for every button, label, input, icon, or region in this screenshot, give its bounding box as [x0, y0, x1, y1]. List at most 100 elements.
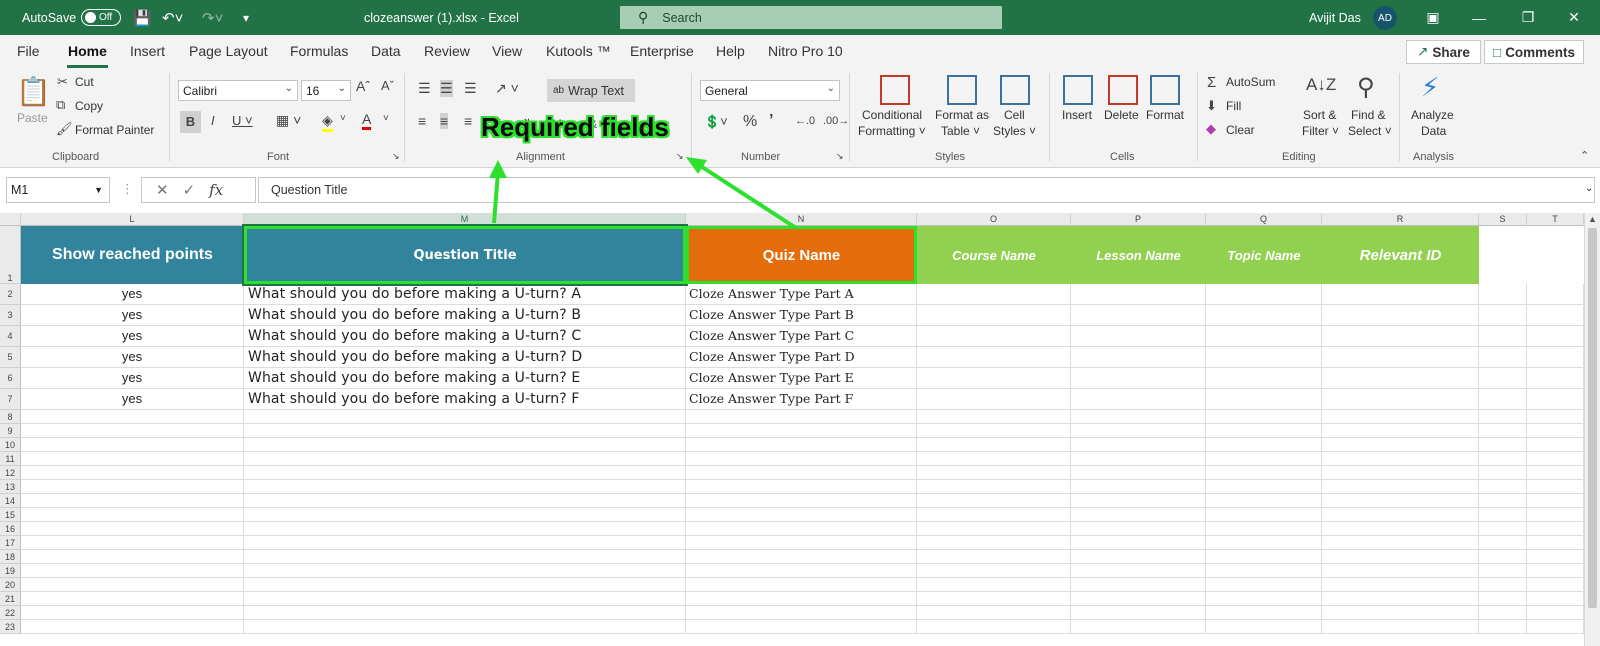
cell[interactable]	[917, 550, 1071, 564]
format-as-table-label-2[interactable]: Table ˅	[941, 124, 980, 138]
delete-cells-icon[interactable]	[1108, 75, 1138, 105]
cell[interactable]	[244, 452, 686, 466]
cell[interactable]	[1322, 620, 1479, 634]
wrap-text-button[interactable]: ab Wrap Text	[547, 79, 635, 102]
restore-icon[interactable]: ❐	[1513, 0, 1543, 35]
cell[interactable]	[244, 494, 686, 508]
cell[interactable]	[1206, 522, 1322, 536]
cell[interactable]	[21, 564, 244, 578]
cancel-icon[interactable]: ✕	[156, 181, 169, 199]
header-cell-o[interactable]: Course Name	[917, 226, 1071, 284]
cell[interactable]	[917, 480, 1071, 494]
fill-color-icon[interactable]: ◈	[322, 112, 333, 132]
decrease-font-icon[interactable]: Aˇ	[381, 78, 394, 93]
cell[interactable]	[1322, 522, 1479, 536]
percent-icon[interactable]: %	[743, 113, 757, 131]
format-cells-icon[interactable]	[1150, 75, 1180, 105]
cell[interactable]	[1527, 480, 1584, 494]
cell[interactable]	[1071, 494, 1206, 508]
cell[interactable]	[1322, 550, 1479, 564]
cell[interactable]	[1527, 410, 1584, 424]
sort-filter-icon[interactable]: A↓Z	[1306, 75, 1336, 95]
cell[interactable]	[686, 410, 917, 424]
cell[interactable]	[1322, 508, 1479, 522]
cell[interactable]	[244, 410, 686, 424]
name-box[interactable]: M1 ▼	[6, 177, 110, 203]
font-name-select[interactable]: Calibri ⌄	[178, 80, 298, 101]
cell-l7[interactable]: yes	[21, 389, 244, 410]
sort-filter-label-2[interactable]: Filter ˅	[1302, 124, 1339, 138]
cell[interactable]	[1527, 522, 1584, 536]
avatar[interactable]: AD	[1373, 6, 1397, 30]
cell-m4[interactable]: What should you do before making a U-tur…	[244, 326, 686, 347]
cell[interactable]	[1071, 620, 1206, 634]
search-box[interactable]: ⚲ Search	[620, 6, 1002, 29]
cell[interactable]	[1322, 536, 1479, 550]
cell[interactable]	[1527, 438, 1584, 452]
cell[interactable]	[1206, 284, 1322, 305]
increase-decimal-icon[interactable]: ←.0	[795, 115, 815, 127]
cell[interactable]	[1479, 522, 1527, 536]
cell[interactable]	[1071, 284, 1206, 305]
cell[interactable]	[1527, 564, 1584, 578]
cell[interactable]	[1206, 347, 1322, 368]
cell[interactable]	[1322, 452, 1479, 466]
cell[interactable]	[1071, 536, 1206, 550]
cell-styles-label[interactable]: Cell	[1004, 108, 1025, 122]
cell[interactable]	[1527, 550, 1584, 564]
cell[interactable]	[244, 564, 686, 578]
cell[interactable]	[1322, 606, 1479, 620]
share-button[interactable]: ↗ Share	[1406, 40, 1481, 64]
cell[interactable]	[244, 592, 686, 606]
cell-n5[interactable]: Cloze Answer Type Part D	[686, 347, 917, 368]
cell[interactable]	[917, 508, 1071, 522]
collapse-ribbon-icon[interactable]: ⌃	[1580, 149, 1589, 162]
cell[interactable]	[244, 438, 686, 452]
cell[interactable]	[1071, 410, 1206, 424]
underline-button[interactable]: U ˅	[232, 113, 253, 128]
comments-button[interactable]: □ Comments	[1484, 40, 1584, 64]
tab-insert[interactable]: Insert	[130, 43, 165, 59]
cell[interactable]	[21, 480, 244, 494]
cell[interactable]	[686, 508, 917, 522]
cell[interactable]	[1206, 389, 1322, 410]
cell[interactable]	[1527, 466, 1584, 480]
column-header-q[interactable]: Q	[1206, 213, 1322, 226]
cell[interactable]	[21, 424, 244, 438]
cell-m2[interactable]: What should you do before making a U-tur…	[244, 284, 686, 305]
clear-icon[interactable]: ◆	[1206, 121, 1216, 137]
cell[interactable]	[244, 522, 686, 536]
tab-home[interactable]: Home	[68, 43, 107, 59]
header-cell-p[interactable]: Lesson Name	[1071, 226, 1206, 284]
cell[interactable]	[21, 578, 244, 592]
cell[interactable]	[917, 564, 1071, 578]
align-center-icon[interactable]: ≡	[440, 113, 449, 129]
cell[interactable]	[686, 522, 917, 536]
cut-icon[interactable]: ✂	[57, 74, 68, 90]
cell-m3[interactable]: What should you do before making a U-tur…	[244, 305, 686, 326]
analyze-data-label-2[interactable]: Data	[1421, 124, 1446, 138]
cell-n6[interactable]: Cloze Answer Type Part E	[686, 368, 917, 389]
find-select-label-2[interactable]: Select ˅	[1348, 124, 1392, 138]
header-cell-l[interactable]: Show reached points	[21, 226, 244, 284]
cell[interactable]	[917, 494, 1071, 508]
cell[interactable]	[1206, 508, 1322, 522]
delete-cells-button[interactable]: Delete	[1104, 108, 1139, 122]
row-header[interactable]: 7	[0, 389, 21, 410]
cell[interactable]	[1322, 284, 1479, 305]
vertical-scrollbar[interactable]: ▲	[1584, 213, 1600, 646]
cell-n3[interactable]: Cloze Answer Type Part B	[686, 305, 917, 326]
cell[interactable]	[1527, 606, 1584, 620]
cell[interactable]	[686, 578, 917, 592]
row-header[interactable]: 19	[0, 564, 21, 578]
cell[interactable]	[917, 347, 1071, 368]
cell[interactable]	[1527, 368, 1584, 389]
cell[interactable]	[1322, 564, 1479, 578]
close-icon[interactable]: ✕	[1559, 0, 1589, 35]
format-as-table-label[interactable]: Format as	[935, 108, 989, 122]
analyze-data-icon[interactable]: ⚡	[1421, 72, 1439, 103]
analyze-data-label[interactable]: Analyze	[1411, 108, 1454, 122]
cell-n4[interactable]: Cloze Answer Type Part C	[686, 326, 917, 347]
cell[interactable]	[1527, 326, 1584, 347]
cell[interactable]	[1479, 494, 1527, 508]
